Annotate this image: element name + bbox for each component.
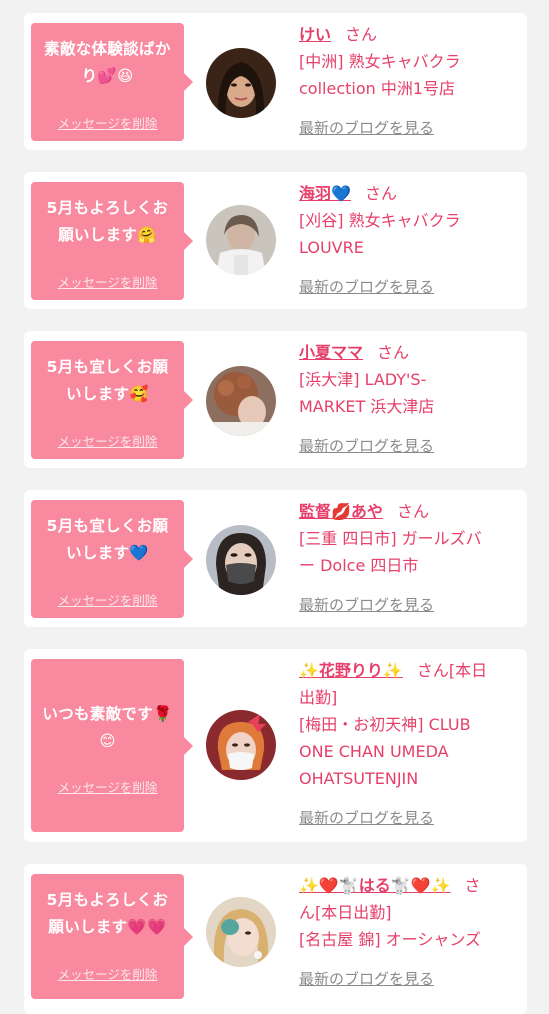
sender-name-link[interactable]: ✨❤️🐩はる🐩❤️✨ bbox=[299, 876, 451, 895]
shop-name: [刈谷] 熟女キャバクラ bbox=[299, 211, 461, 230]
shop-name: OHATSUTENJIN bbox=[299, 769, 419, 788]
message-card: 素敵な体験談ばか り💕😆 メッセージを削除 けい さん [中洲] 熟女キャバクラ … bbox=[24, 13, 527, 150]
latest-blog-link[interactable]: 最新のブログを見る bbox=[299, 117, 434, 138]
shop-name: [三重 四日市] ガールズバ bbox=[299, 529, 482, 548]
shop-name: [梅田・お初天神] CLUB bbox=[299, 715, 471, 734]
shop-name: LOUVRE bbox=[299, 238, 364, 257]
avatar[interactable] bbox=[206, 525, 276, 595]
shop-name: [中洲] 熟女キャバクラ bbox=[299, 52, 461, 71]
latest-blog-link[interactable]: 最新のブログを見る bbox=[299, 594, 434, 615]
delete-message-link[interactable]: メッセージを削除 bbox=[31, 964, 184, 983]
message-bubble: 5月も宜しくお願 いします🥰 メッセージを削除 bbox=[31, 341, 193, 459]
avatar[interactable] bbox=[206, 897, 276, 967]
shop-name: collection 中洲1号店 bbox=[299, 79, 456, 98]
delete-message-link[interactable]: メッセージを削除 bbox=[31, 777, 184, 796]
sender-info: 監督💋あや さん [三重 四日市] ガールズバ ー Dolce 四日市 bbox=[299, 498, 519, 579]
sender-name-link[interactable]: 監督💋あや bbox=[299, 502, 383, 521]
message-card: 5月も宜しくお願 いします🥰 メッセージを削除 小夏ママ さん [浜大津] LAD… bbox=[24, 331, 527, 468]
message-bubble: 素敵な体験談ばか り💕😆 メッセージを削除 bbox=[31, 23, 193, 141]
message-bubble: 5月もよろしくお 願いします🤗 メッセージを削除 bbox=[31, 182, 193, 300]
message-bubble: いつも素敵です🌹 😊 メッセージを削除 bbox=[31, 659, 193, 832]
sender-info: 海羽💙 さん [刈谷] 熟女キャバクラ LOUVRE bbox=[299, 180, 519, 261]
delete-message-link[interactable]: メッセージを削除 bbox=[31, 590, 184, 609]
shop-name: [浜大津] LADY'S- bbox=[299, 370, 427, 389]
honorific: さ bbox=[464, 876, 481, 895]
honorific-status: 出勤] bbox=[299, 688, 338, 707]
message-text: 5月もよろしくお 願いします💗💗 bbox=[46, 891, 169, 936]
delete-message-link[interactable]: メッセージを削除 bbox=[31, 431, 184, 450]
sender-info: けい さん [中洲] 熟女キャバクラ collection 中洲1号店 bbox=[299, 21, 519, 102]
delete-message-link[interactable]: メッセージを削除 bbox=[31, 272, 184, 291]
message-text: 素敵な体験談ばか り💕😆 bbox=[44, 40, 171, 85]
message-bubble: 5月もよろしくお 願いします💗💗 メッセージを削除 bbox=[31, 874, 193, 999]
latest-blog-link[interactable]: 最新のブログを見る bbox=[299, 968, 434, 989]
message-card: いつも素敵です🌹 😊 メッセージを削除 ✨花野りり✨ さん[本日 出勤] [梅田・… bbox=[24, 649, 527, 842]
avatar[interactable] bbox=[206, 710, 276, 780]
sender-info: 小夏ママ さん [浜大津] LADY'S- MARKET 浜大津店 bbox=[299, 339, 519, 420]
honorific-status: ん[本日出勤] bbox=[299, 903, 392, 922]
sender-info: ✨花野りり✨ さん[本日 出勤] [梅田・お初天神] CLUB ONE CHAN … bbox=[299, 657, 519, 792]
message-card: 5月もよろしくお 願いします🤗 メッセージを削除 海羽💙 さん [刈谷] 熟女キャ… bbox=[24, 172, 527, 309]
sender-name-link[interactable]: 海羽💙 bbox=[299, 184, 351, 203]
message-card: 5月も宜しくお願 いします💙 メッセージを削除 監督💋あや さん [三重 四日市]… bbox=[24, 490, 527, 627]
latest-blog-link[interactable]: 最新のブログを見る bbox=[299, 807, 434, 828]
honorific: さん bbox=[377, 343, 410, 362]
message-bubble: 5月も宜しくお願 いします💙 メッセージを削除 bbox=[31, 500, 193, 618]
honorific: さん[本日 bbox=[416, 661, 488, 680]
sender-info: ✨❤️🐩はる🐩❤️✨ さ ん[本日出勤] [名古屋 錦] オーシャンズ bbox=[299, 872, 519, 953]
latest-blog-link[interactable]: 最新のブログを見る bbox=[299, 435, 434, 456]
honorific: さん bbox=[396, 502, 429, 521]
message-card: 5月もよろしくお 願いします💗💗 メッセージを削除 ✨❤️🐩はる🐩❤️✨ さ ん[… bbox=[24, 864, 527, 1014]
message-text: いつも素敵です🌹 😊 bbox=[42, 705, 173, 750]
avatar[interactable] bbox=[206, 366, 276, 436]
message-text: 5月も宜しくお願 いします💙 bbox=[46, 517, 169, 562]
shop-name: ONE CHAN UMEDA bbox=[299, 742, 449, 761]
delete-message-link[interactable]: メッセージを削除 bbox=[31, 113, 184, 132]
message-text: 5月もよろしくお 願いします🤗 bbox=[46, 199, 169, 244]
shop-name: MARKET 浜大津店 bbox=[299, 397, 435, 416]
honorific: さん bbox=[364, 184, 397, 203]
sender-name-link[interactable]: けい bbox=[299, 25, 331, 44]
message-text: 5月も宜しくお願 いします🥰 bbox=[46, 358, 169, 403]
sender-name-link[interactable]: ✨花野りり✨ bbox=[299, 661, 403, 680]
shop-name: ー Dolce 四日市 bbox=[299, 556, 419, 575]
shop-name: [名古屋 錦] オーシャンズ bbox=[299, 930, 482, 949]
honorific: さん bbox=[345, 25, 378, 44]
avatar[interactable] bbox=[206, 48, 276, 118]
avatar[interactable] bbox=[206, 205, 276, 275]
sender-name-link[interactable]: 小夏ママ bbox=[299, 343, 363, 362]
latest-blog-link[interactable]: 最新のブログを見る bbox=[299, 276, 434, 297]
